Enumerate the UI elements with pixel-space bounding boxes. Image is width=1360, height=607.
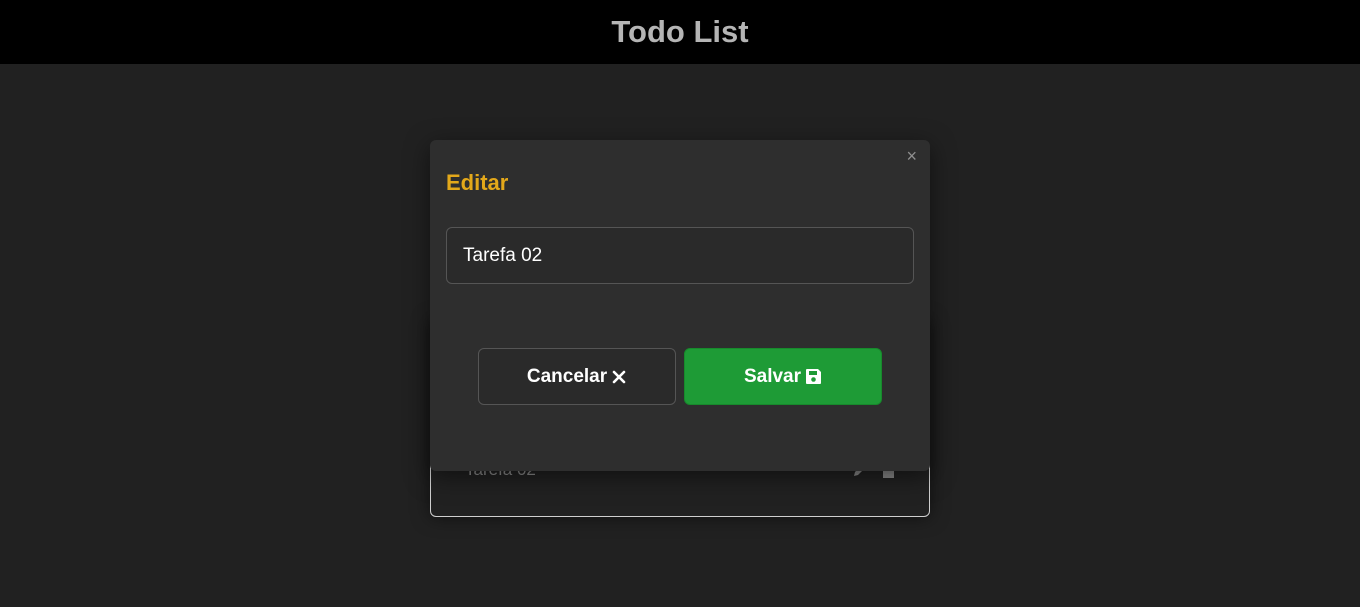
cancel-button-label: Cancelar (526, 365, 608, 387)
save-button[interactable]: Salvar (684, 348, 882, 405)
cancel-button[interactable]: Cancelar (478, 348, 676, 405)
floppy-disk-icon (805, 368, 822, 385)
edit-task-input[interactable] (446, 227, 914, 284)
close-icon[interactable]: × (906, 147, 917, 165)
save-button-label: Salvar (743, 365, 802, 387)
x-icon (611, 369, 627, 385)
modal-title: Editar (446, 170, 509, 195)
app-title: Todo List (611, 14, 749, 49)
app-header: Todo List (0, 0, 1360, 64)
edit-modal: × Editar Cancelar Salvar (430, 140, 930, 471)
